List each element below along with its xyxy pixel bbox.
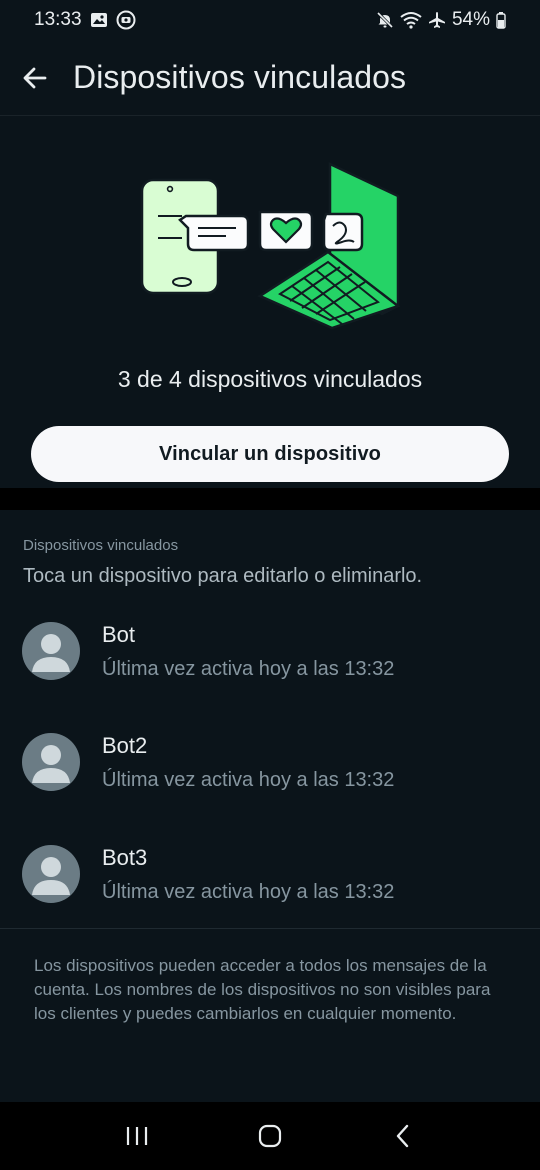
airplane-icon — [428, 11, 446, 29]
device-name: Bot3 — [102, 845, 148, 870]
wifi-icon — [400, 11, 422, 29]
avatar — [22, 845, 80, 903]
linked-count-text: 3 de 4 dispositivos vinculados — [117, 366, 423, 392]
mute-icon — [376, 11, 394, 29]
status-right: 54% — [376, 9, 506, 31]
avatar — [22, 622, 80, 680]
default-avatar-icon — [32, 634, 70, 672]
device-name: Bot2 — [102, 733, 148, 758]
status-bar: 13:33 54% — [0, 0, 540, 40]
section-hint: Toca un dispositivo para editarlo o elim… — [23, 565, 423, 587]
section-header: Dispositivos vinculados — [23, 537, 179, 554]
home-button[interactable] — [240, 1106, 300, 1166]
device-row-bot3[interactable]: Bot3 Última vez activa hoy a las 13:32 — [0, 833, 540, 933]
link-device-button[interactable]: Vincular un dispositivo — [31, 426, 509, 482]
default-avatar-icon — [32, 857, 70, 895]
devices-section: Dispositivos vinculados Toca un disposit… — [0, 510, 540, 1102]
recent-apps-button[interactable] — [107, 1106, 167, 1166]
footer-note: Los dispositivos pueden acceder a todos … — [34, 956, 491, 1023]
page-title: Dispositivos vinculados — [73, 59, 407, 95]
arrow-left-icon — [23, 67, 47, 88]
default-avatar-icon — [32, 745, 70, 783]
device-row-bot[interactable]: Bot Última vez activa hoy a las 13:32 — [0, 610, 540, 710]
message-bubble-signature — [322, 212, 364, 252]
battery-icon — [496, 11, 506, 29]
back-icon — [397, 1124, 409, 1148]
nav-back-button[interactable] — [373, 1106, 433, 1166]
list-divider — [0, 928, 540, 929]
app-bar: Dispositivos vinculados — [0, 40, 540, 116]
battery-percent: 54% — [451, 9, 490, 30]
media-icon — [116, 10, 136, 30]
recent-apps-icon — [126, 1127, 147, 1145]
device-last-active: Última vez activa hoy a las 13:32 — [102, 658, 395, 680]
gallery-icon — [90, 11, 108, 29]
message-bubble-heart — [258, 210, 314, 252]
status-time: 13:33 — [34, 9, 82, 30]
device-last-active: Última vez activa hoy a las 13:32 — [102, 881, 395, 903]
device-last-active: Última vez activa hoy a las 13:32 — [102, 769, 395, 791]
message-bubble-lines — [178, 214, 250, 252]
status-left: 13:33 — [34, 9, 136, 31]
device-row-bot2[interactable]: Bot2 Última vez activa hoy a las 13:32 — [0, 721, 540, 821]
section-divider — [0, 488, 540, 510]
avatar — [22, 733, 80, 791]
back-button[interactable] — [0, 40, 70, 116]
device-name: Bot — [102, 622, 136, 647]
home-icon — [258, 1124, 282, 1148]
system-nav-bar — [0, 1102, 540, 1170]
linked-devices-illustration — [130, 156, 410, 336]
